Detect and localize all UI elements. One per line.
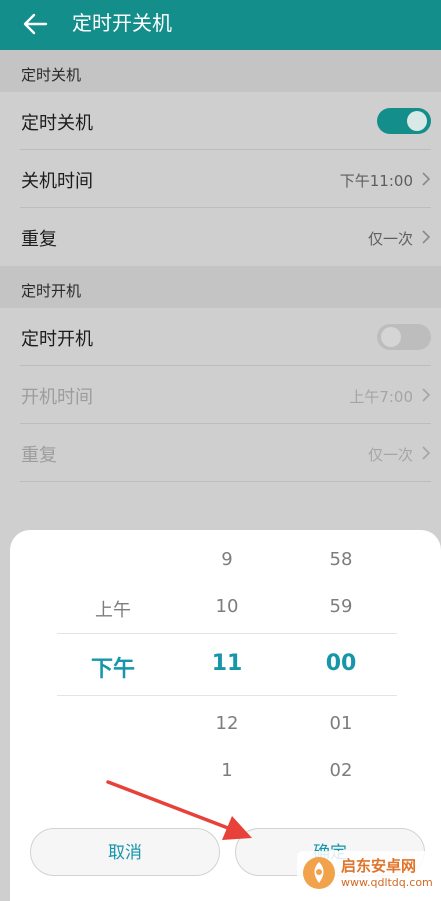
row-label: 开机时间 [21, 387, 93, 408]
shutdown-toggle-switch[interactable] [377, 108, 431, 134]
hour-option[interactable]: 1 [187, 760, 267, 781]
time-picker-sheet: 上午 下午 9 10 11 12 1 58 59 00 01 02 取消 确定 [10, 530, 441, 901]
startup-toggle-switch[interactable] [377, 324, 431, 350]
back-arrow-icon[interactable] [20, 9, 50, 39]
shutdown-repeat-value: 仅一次 [367, 230, 413, 248]
row-label: 重复 [21, 229, 57, 250]
chevron-right-icon [422, 230, 431, 244]
page-title: 定时开关机 [72, 11, 172, 35]
minute-option-selected[interactable]: 00 [301, 651, 381, 676]
chevron-right-icon [422, 388, 431, 402]
hour-option[interactable]: 9 [187, 549, 267, 570]
watermark-logo: 启东安卓网 www.qdltdq.com [297, 851, 433, 895]
row-label: 定时关机 [21, 113, 93, 134]
startup-time-value: 上午7:00 [349, 388, 413, 406]
hour-option-selected[interactable]: 11 [187, 651, 267, 676]
section-title: 定时开机 [21, 282, 82, 300]
chevron-right-icon [422, 172, 431, 186]
ampm-option[interactable]: 上午 [73, 596, 153, 622]
row-shutdown-toggle[interactable]: 定时关机 [0, 92, 441, 150]
startup-repeat-value: 仅一次 [367, 446, 413, 464]
watermark-name: 启东安卓网 [341, 857, 417, 875]
toggle-knob [381, 327, 401, 347]
row-startup-time: 开机时间 上午7:00 [0, 366, 441, 424]
row-shutdown-time[interactable]: 关机时间 下午11:00 [0, 150, 441, 208]
hour-option[interactable]: 12 [187, 713, 267, 734]
row-startup-toggle[interactable]: 定时开机 [0, 308, 441, 366]
section-header-shutdown: 定时关机 [0, 50, 441, 92]
picker-selection-line-bottom [57, 695, 397, 696]
minute-option[interactable]: 59 [301, 596, 381, 617]
app-header: 定时开关机 [0, 0, 441, 50]
row-label: 重复 [21, 445, 57, 466]
minute-option[interactable]: 58 [301, 549, 381, 570]
watermark-logo-icon [303, 857, 335, 889]
section-title: 定时关机 [21, 66, 82, 84]
hour-option[interactable]: 10 [187, 596, 267, 617]
minute-option[interactable]: 02 [301, 760, 381, 781]
cancel-button[interactable]: 取消 [30, 828, 220, 876]
section-header-startup: 定时开机 [0, 266, 441, 308]
minute-option[interactable]: 01 [301, 713, 381, 734]
chevron-right-icon [422, 446, 431, 460]
shutdown-time-value: 下午11:00 [339, 172, 413, 190]
row-startup-repeat: 重复 仅一次 [0, 424, 441, 482]
watermark-url: www.qdltdq.com [341, 876, 433, 889]
row-label: 关机时间 [21, 171, 93, 192]
divider [20, 481, 431, 482]
row-label: 定时开机 [21, 329, 93, 350]
toggle-knob [407, 111, 427, 131]
row-shutdown-repeat[interactable]: 重复 仅一次 [0, 208, 441, 266]
picker-selection-line-top [57, 633, 397, 634]
ampm-option-selected[interactable]: 下午 [73, 651, 153, 683]
